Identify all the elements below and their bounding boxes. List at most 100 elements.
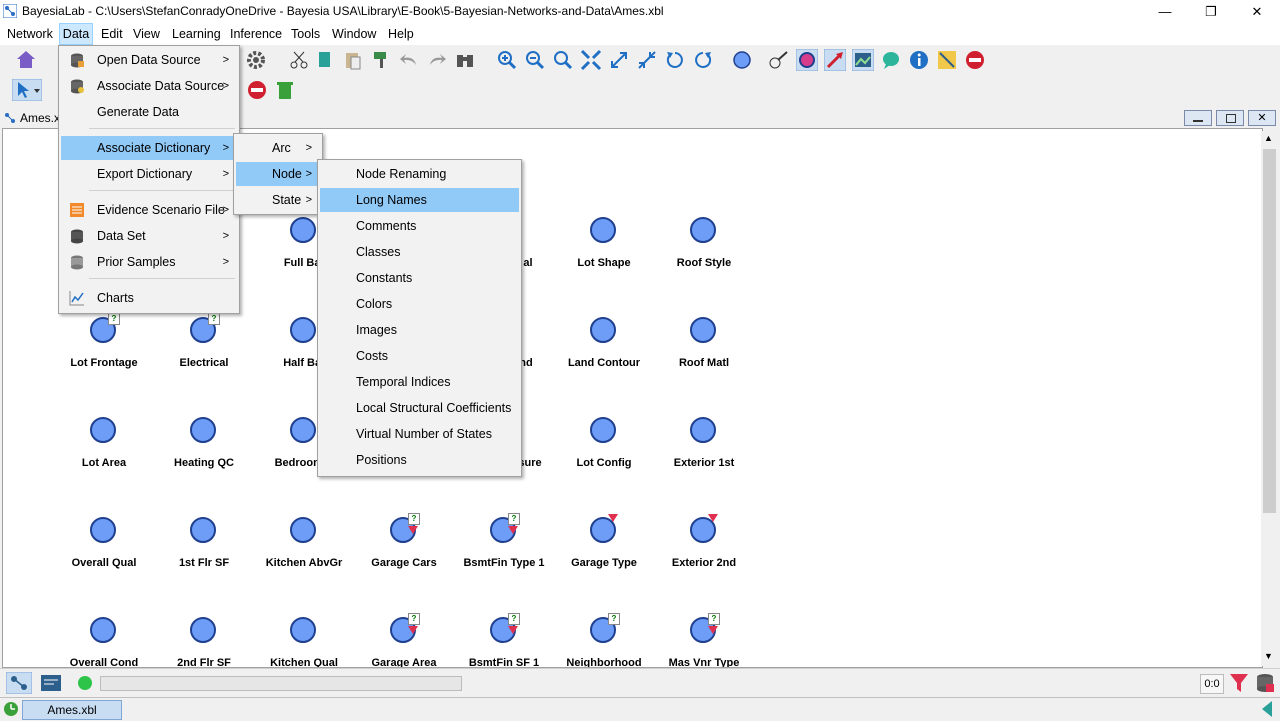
zoom-out-icon[interactable] [524,49,546,71]
submenu-virtual-number-of-states[interactable]: Virtual Number of States [320,422,519,446]
submenu-state[interactable]: State > [236,188,320,212]
delete-arc-icon[interactable] [964,49,986,71]
stop-icon[interactable] [246,79,268,101]
node-style-icon[interactable] [732,49,754,71]
submenu-local-structural-coefficients[interactable]: Local Structural Coefficients [320,396,519,420]
chevron-right-icon: > [222,204,229,216]
menu-inference[interactable]: Inference [230,23,282,45]
submenu-classes[interactable]: Classes [320,240,519,264]
submenu-node[interactable]: Node > [236,162,320,186]
rotate-left-icon[interactable] [664,49,686,71]
submenu-colors[interactable]: Colors [320,292,519,316]
node-circle[interactable] [290,617,316,643]
counter-display: 0:0 [1200,674,1224,694]
vertical-scrollbar[interactable]: ▲ ▼ [1261,131,1278,666]
fit-window-icon[interactable] [580,49,602,71]
zoom-reset-icon[interactable] [552,49,574,71]
arc-info-icon[interactable] [768,49,790,71]
scrollbar-thumb[interactable] [1263,149,1276,513]
doc-close-button[interactable]: ✕ [1248,110,1276,126]
database-status-icon[interactable] [1254,672,1276,694]
menu-prior-samples[interactable]: Prior Samples > [61,250,237,274]
menu-export-dictionary[interactable]: Export Dictionary > [61,162,237,186]
filter-icon[interactable] [1228,672,1250,694]
format-painter-icon[interactable] [370,49,392,71]
node-circle[interactable] [190,617,216,643]
node-circle[interactable] [90,617,116,643]
scroll-down-icon[interactable]: ▼ [1264,651,1273,661]
node-circle[interactable] [290,217,316,243]
close-button[interactable]: ✕ [1234,0,1280,23]
node-circle[interactable] [190,417,216,443]
node-mode-icon[interactable] [796,49,818,71]
zoom-in-icon[interactable] [496,49,518,71]
undo-icon[interactable] [398,49,420,71]
submenu-long-names[interactable]: Long Names [320,188,519,212]
doc-minimize-button[interactable] [1184,110,1212,126]
node-circle[interactable] [190,517,216,543]
menu-help[interactable]: Help [388,23,414,45]
submenu-positions[interactable]: Positions [320,448,519,472]
expand-icon[interactable] [608,49,630,71]
submenu-costs[interactable]: Costs [320,344,519,368]
node-label: Kitchen AbvGr [265,557,343,569]
menu-generate-data[interactable]: Generate Data [61,100,237,124]
submenu-images[interactable]: Images [320,318,519,342]
menu-network[interactable]: Network [7,23,53,45]
copy-icon[interactable] [314,49,336,71]
node-circle[interactable] [290,517,316,543]
menu-view[interactable]: View [133,23,160,45]
menu-data[interactable]: Data [59,23,93,45]
select-pointer-icon[interactable] [12,79,42,101]
note-icon[interactable] [936,49,958,71]
menu-charts[interactable]: Charts [61,286,237,310]
menu-associate-dictionary[interactable]: Associate Dictionary > [61,136,237,160]
panel-collapse-icon[interactable] [1262,701,1272,717]
node-label: Exterior 1st [673,457,735,469]
node-circle[interactable] [590,217,616,243]
menu-learning[interactable]: Learning [172,23,221,45]
node-circle[interactable] [90,517,116,543]
node-circle[interactable] [290,417,316,443]
graph-view-icon[interactable] [6,672,32,694]
comment-icon[interactable] [880,49,902,71]
node-circle[interactable] [690,317,716,343]
submenu-comments[interactable]: Comments [320,214,519,238]
node-circle[interactable] [590,317,616,343]
node-circle[interactable] [590,417,616,443]
arc-mode-icon[interactable] [824,49,846,71]
submenu-node-renaming[interactable]: Node Renaming [320,162,519,186]
redo-icon[interactable] [426,49,448,71]
menu-evidence-scenario-file[interactable]: Evidence Scenario File > [61,198,237,222]
console-view-icon[interactable] [38,672,64,694]
trash-icon[interactable] [274,79,296,101]
node-circle[interactable] [690,417,716,443]
info-icon[interactable] [908,49,930,71]
paste-icon[interactable] [342,49,364,71]
doc-restore-button[interactable] [1216,110,1244,126]
submenu-arc[interactable]: Arc > [236,136,320,160]
node-circle[interactable] [690,217,716,243]
menu-associate-data-source[interactable]: Associate Data Source > [61,74,237,98]
cut-icon[interactable] [288,49,310,71]
menu-edit[interactable]: Edit [101,23,123,45]
menu-open-data-source[interactable]: Open Data Source > [61,48,237,72]
collapse-icon[interactable] [636,49,658,71]
node-circle[interactable] [90,417,116,443]
submenu-constants[interactable]: Constants [320,266,519,290]
node-label: BsmtFin Type 1 [463,557,545,569]
scroll-up-icon[interactable]: ▲ [1264,133,1273,143]
submenu-temporal-indices[interactable]: Temporal Indices [320,370,519,394]
rotate-right-icon[interactable] [692,49,714,71]
menu-window[interactable]: Window [332,23,376,45]
menu-tools[interactable]: Tools [291,23,320,45]
menu-data-set[interactable]: Data Set > [61,224,237,248]
node-circle[interactable] [290,317,316,343]
binoculars-icon[interactable] [454,49,476,71]
home-icon[interactable] [15,49,37,71]
taskbar-document-item[interactable]: Ames.xbl [22,700,122,720]
minimize-button[interactable]: — [1142,0,1188,23]
maximize-button[interactable]: ❐ [1188,0,1234,23]
image-mode-icon[interactable] [852,49,874,71]
settings-gear-icon[interactable] [245,49,267,71]
